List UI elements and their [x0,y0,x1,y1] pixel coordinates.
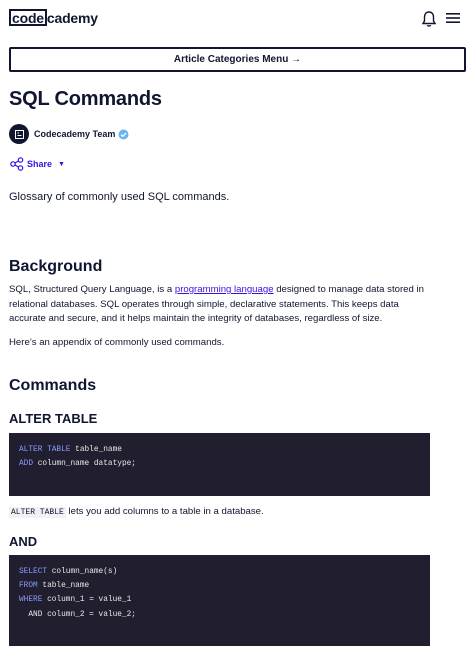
heading-alter-table: ALTER TABLE [9,411,98,426]
programming-language-link[interactable]: programming language [175,284,274,295]
alter-table-description: ALTER TABLE lets you add columns to a ta… [9,505,434,521]
code-keyword: ALTER TABLE [19,446,71,454]
author-name: Codecademy Team [34,129,116,139]
author-byline[interactable]: Codecademy Team [9,124,129,144]
logo-box-text: code [9,9,47,26]
code-keyword: SELECT [19,568,48,576]
code-block-and: SELECT column_name(s) FROM table_name WH… [9,555,430,646]
code-line: SELECT column_name(s) [19,565,420,579]
alter-description-text: lets you add columns to a table in a dat… [65,506,264,517]
code-block-alter-table: ALTER TABLE table_name ADD column_name d… [9,433,430,496]
code-text: AND column_2 = value_2; [19,610,136,619]
code-line: FROM table_name [19,579,420,593]
code-text: table_name [37,582,90,591]
code-line: AND column_2 = value_2; [19,608,420,622]
code-keyword: FROM [19,582,38,591]
share-icon [10,157,24,171]
code-line: WHERE column_1 = value_1 [19,593,420,607]
code-text: column_1 = value_1 [42,596,132,605]
section-heading-commands: Commands [9,377,97,394]
top-header: code cademy [0,0,474,38]
background-paragraph: SQL, Structured Query Language, is a pro… [9,283,434,327]
chevron-down-icon: ▼ [58,160,65,168]
section-heading-background: Background [9,258,103,275]
code-keyword: ADD [19,460,34,469]
inline-code: ALTER TABLE [9,507,66,518]
verified-badge-icon [118,129,129,139]
code-keyword: WHERE [19,596,43,605]
categories-button-label: Article Categories Menu → [173,54,302,65]
heading-and: AND [9,534,38,549]
background-text-a: SQL, Structured Query Language, is a [9,284,175,295]
codecademy-logo[interactable]: code cademy [9,9,98,26]
appendix-paragraph: Here’s an appendix of commonly used comm… [9,337,225,348]
article-page: code cademy Article Categories Menu → SQL… [0,0,474,670]
share-button[interactable]: Share ▼ [10,157,65,171]
codecademy-avatar-icon [14,129,24,139]
code-text: column_name datatype; [33,460,136,469]
avatar [9,124,29,144]
code-text: column_name(s) [47,568,118,576]
code-line: ADD column_name datatype; [19,457,420,471]
logo-rest-text: cademy [46,9,98,26]
bell-icon[interactable] [421,10,437,28]
article-categories-menu-button[interactable]: Article Categories Menu → [9,47,466,72]
article-intro: Glossary of commonly used SQL commands. [9,191,230,203]
hamburger-menu-icon[interactable] [446,12,460,24]
code-line: ALTER TABLE table_name [19,443,420,457]
code-text: table_name [70,446,122,454]
page-title: SQL Commands [9,88,162,110]
share-label: Share [27,159,53,169]
